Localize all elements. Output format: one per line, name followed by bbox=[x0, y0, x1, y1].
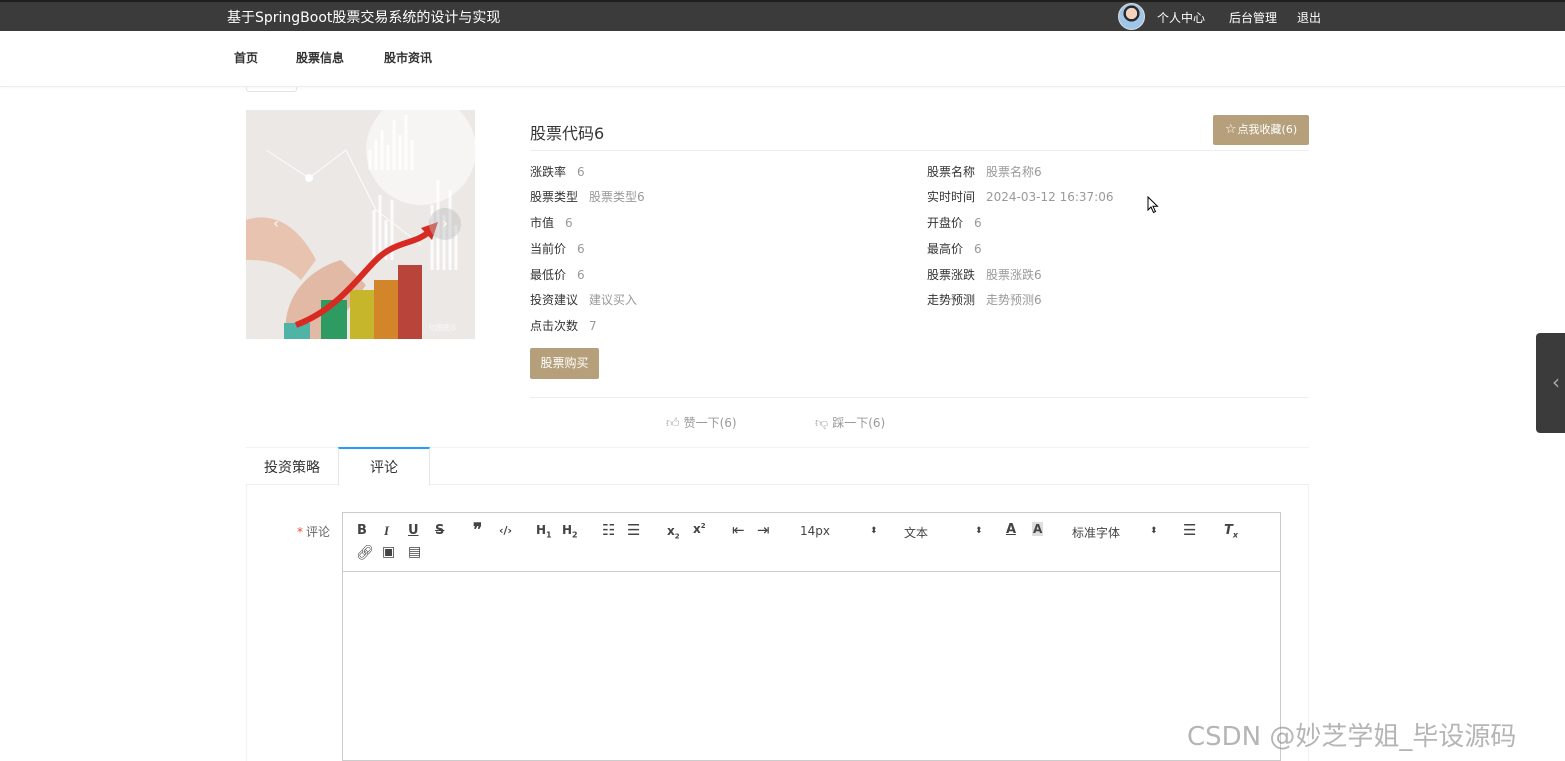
stock-image-carousel[interactable]: 亿图图示 ‹ › bbox=[246, 110, 475, 339]
divider bbox=[530, 150, 1309, 151]
field-price-change: 股票涨跌 股票涨跌6 bbox=[927, 268, 1042, 282]
link-icon[interactable]: 🔗︎ bbox=[356, 545, 374, 561]
image-watermark: 亿图图示 bbox=[429, 323, 457, 332]
ordered-list-icon[interactable]: ☷ bbox=[602, 521, 615, 539]
field-open-price: 开盘价 6 bbox=[927, 216, 982, 230]
picker-arrows-icon: ⬍ bbox=[870, 526, 878, 536]
field-realtime: 实时时间 2024-03-12 16:37:06 bbox=[927, 190, 1114, 204]
field-stock-name: 股票名称 股票名称6 bbox=[927, 165, 1042, 179]
font-size-picker[interactable]: 14px ⬍ bbox=[800, 524, 878, 538]
favorite-button[interactable]: ☆点我收藏(6) bbox=[1213, 115, 1309, 145]
video-icon[interactable]: ▤ bbox=[408, 544, 421, 560]
tab-comments[interactable]: 评论 bbox=[338, 447, 430, 486]
buy-stock-button[interactable]: 股票购买 bbox=[530, 348, 599, 379]
underline-icon[interactable]: U bbox=[408, 523, 419, 538]
profile-link[interactable]: 个人中心 bbox=[1157, 9, 1205, 26]
user-avatar[interactable] bbox=[1118, 3, 1145, 30]
thumbs-up-icon: 👍︎ bbox=[666, 416, 680, 431]
indent-icon[interactable]: ⇥ bbox=[757, 521, 770, 539]
breadcrumb bbox=[246, 87, 297, 92]
admin-link[interactable]: 后台管理 bbox=[1229, 9, 1277, 26]
editor-toolbar: B I U S ❞ ‹/› H1 H2 ☷ ☰ x2 x2 ⇤ ⇥ 14px ⬍ … bbox=[343, 513, 1280, 572]
side-panel-toggle[interactable]: ‹ bbox=[1536, 333, 1565, 433]
field-click-count: 点击次数 7 bbox=[530, 319, 597, 333]
comment-label: * 评论 bbox=[297, 525, 331, 539]
heading2-icon[interactable]: H2 bbox=[562, 523, 578, 539]
detail-tabs: 投资策略 评论 bbox=[246, 447, 1309, 486]
star-icon: ☆ bbox=[1224, 122, 1237, 137]
carousel-prev-icon[interactable]: ‹ bbox=[260, 208, 292, 240]
field-trend-forecast: 走势预测 走势预测6 bbox=[927, 293, 1042, 307]
field-stock-type: 股票类型 股票类型6 bbox=[530, 190, 645, 204]
like-button[interactable]: 👍︎ 赞一下(6) bbox=[666, 414, 737, 431]
clear-format-icon[interactable]: Tx bbox=[1224, 523, 1238, 540]
picker-arrows-icon: ⬍ bbox=[1150, 526, 1158, 536]
subscript-icon[interactable]: x2 bbox=[667, 524, 680, 540]
field-current-price: 当前价 6 bbox=[530, 242, 585, 256]
header-picker[interactable]: 文本 ⬍ bbox=[904, 524, 983, 541]
logout-link[interactable]: 退出 bbox=[1297, 9, 1321, 26]
strikethrough-icon[interactable]: S bbox=[435, 523, 444, 538]
tab-strategy[interactable]: 投资策略 bbox=[246, 448, 338, 486]
field-change-rate: 涨跌率 6 bbox=[530, 165, 585, 179]
field-advice: 投资建议 建议买入 bbox=[530, 293, 638, 307]
picker-arrows-icon: ⬍ bbox=[975, 526, 983, 536]
blockquote-icon[interactable]: ❞ bbox=[473, 520, 482, 540]
code-block-icon[interactable]: ‹/› bbox=[499, 524, 512, 537]
text-color-icon[interactable]: A bbox=[1006, 522, 1016, 537]
field-market-value: 市值 6 bbox=[530, 216, 573, 230]
heading1-icon[interactable]: H1 bbox=[536, 523, 552, 539]
image-icon[interactable]: ▣ bbox=[382, 544, 395, 560]
top-bar: 基于SpringBoot股票交易系统的设计与实现 个人中心 后台管理 退出 bbox=[0, 0, 1565, 31]
carousel-next-icon[interactable]: › bbox=[429, 208, 461, 240]
main-nav: 首页 股票信息 股市资讯 bbox=[0, 31, 1565, 87]
field-high-price: 最高价 6 bbox=[927, 242, 982, 256]
font-family-picker[interactable]: 标准字体 ⬍ bbox=[1072, 524, 1160, 541]
divider bbox=[530, 397, 1309, 398]
superscript-icon[interactable]: x2 bbox=[693, 522, 706, 536]
nav-item-stock-info[interactable]: 股票信息 bbox=[296, 49, 344, 66]
nav-item-home[interactable]: 首页 bbox=[234, 49, 258, 66]
watermark: CSDN @妙芝学姐_毕设源码 bbox=[1187, 722, 1517, 752]
dislike-button[interactable]: 👎︎ 踩一下(6) bbox=[815, 414, 885, 431]
italic-icon[interactable]: I bbox=[384, 523, 389, 539]
field-low-price: 最低价 6 bbox=[530, 268, 585, 282]
mouse-cursor-icon bbox=[1147, 196, 1159, 214]
nav-item-market-news[interactable]: 股市资讯 bbox=[384, 49, 432, 66]
bold-icon[interactable]: B bbox=[357, 523, 367, 538]
thumbs-down-icon: 👎︎ bbox=[815, 416, 829, 431]
chevron-left-icon: ‹ bbox=[1552, 370, 1560, 394]
comment-editor[interactable]: B I U S ❞ ‹/› H1 H2 ☷ ☰ x2 x2 ⇤ ⇥ 14px ⬍ … bbox=[342, 512, 1281, 761]
editor-content-area[interactable] bbox=[343, 572, 1280, 760]
outdent-icon[interactable]: ⇤ bbox=[732, 521, 745, 539]
bullet-list-icon[interactable]: ☰ bbox=[627, 521, 640, 539]
site-title: 基于SpringBoot股票交易系统的设计与实现 bbox=[227, 10, 501, 26]
stock-title: 股票代码6 bbox=[530, 124, 605, 143]
align-icon[interactable]: ☰ bbox=[1183, 521, 1196, 539]
background-color-icon[interactable]: A bbox=[1032, 522, 1044, 536]
